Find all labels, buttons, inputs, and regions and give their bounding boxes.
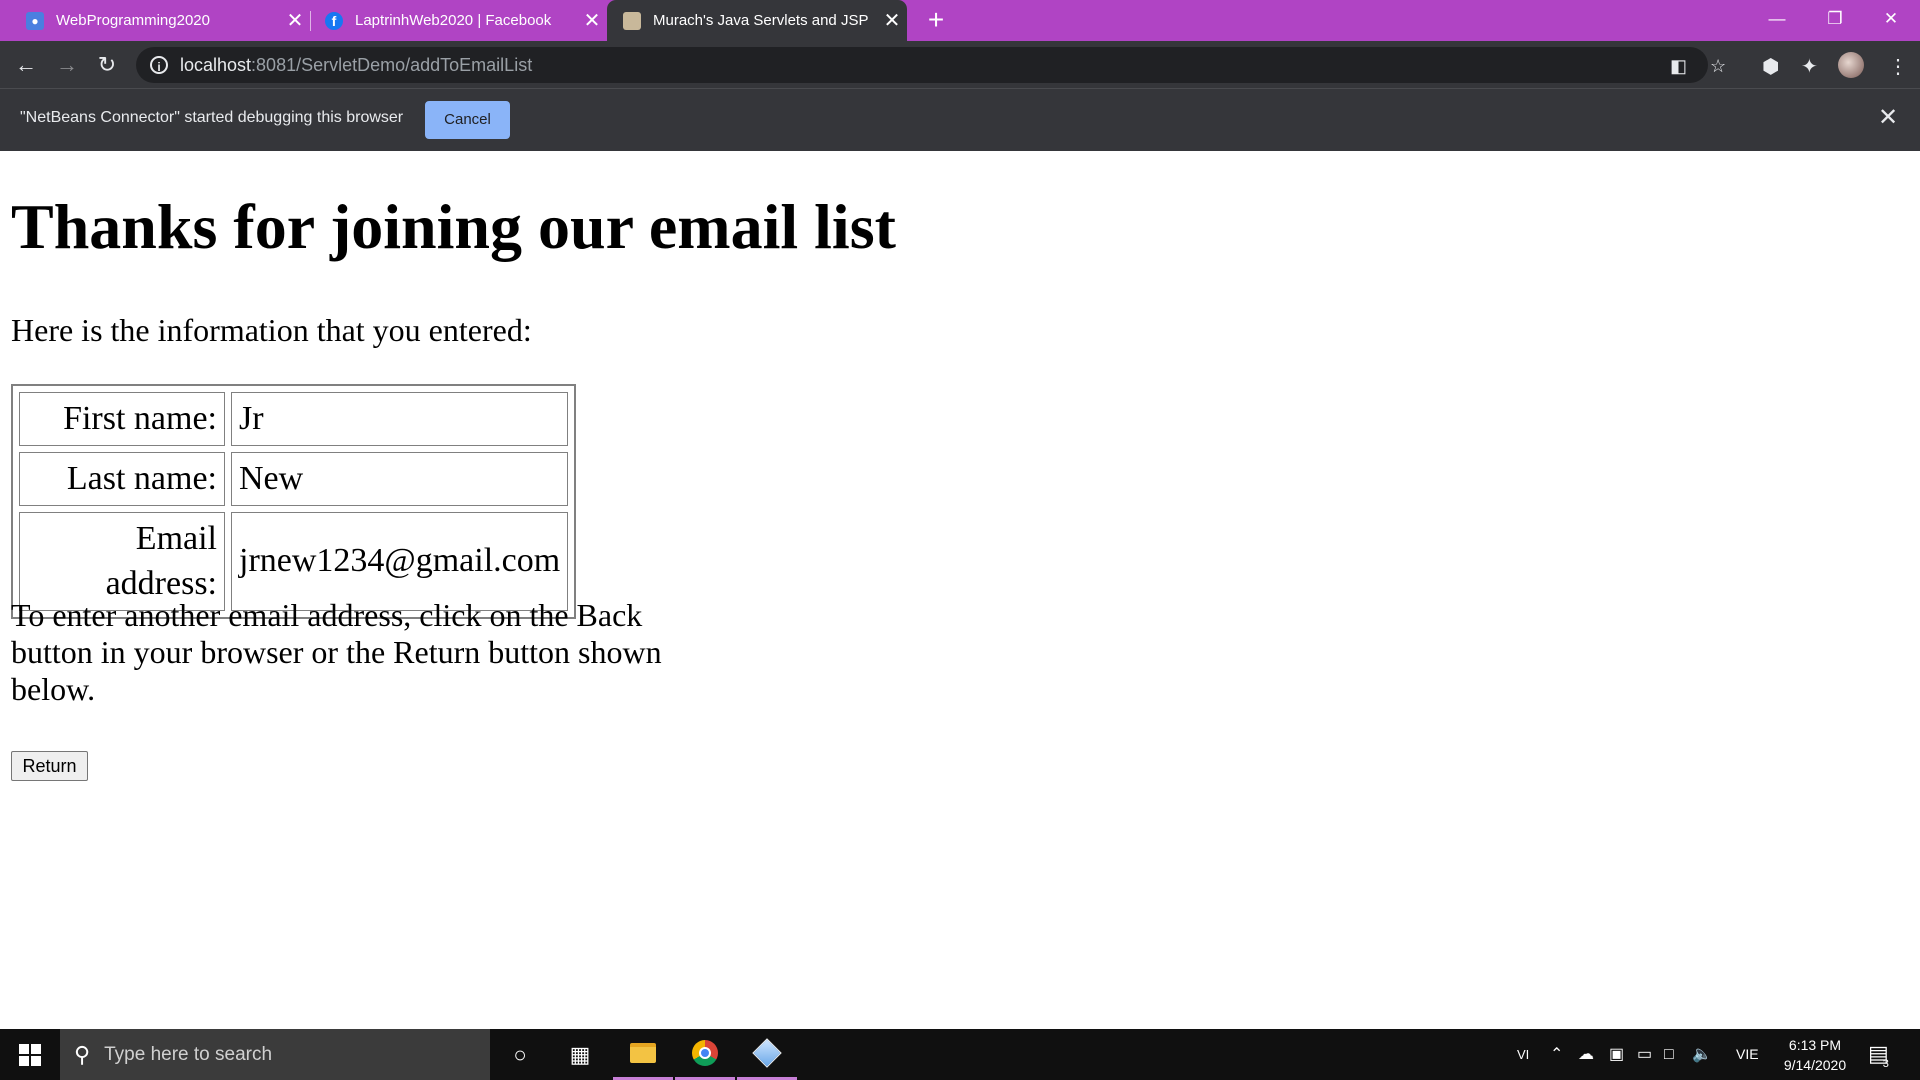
clock-time: 6:13 PM [1788,1037,1842,1053]
close-tab-icon[interactable]: ✕ [577,8,607,33]
tab-title: LaptrinhWeb2020 | Facebook [355,12,552,29]
close-tab-icon[interactable]: ✕ [877,8,907,33]
menu-dots-icon[interactable]: ⋮ [1888,54,1908,79]
restore-icon[interactable]: ❐ [1806,0,1864,41]
clock[interactable]: 6:13 PM 9/14/2020 [1770,1035,1860,1075]
volume-icon[interactable]: 🔈 [1692,1029,1712,1080]
instructions-text: To enter another email address, click on… [11,597,662,707]
table-row: Last name: New [19,452,569,507]
page-title: Thanks for joining our email list [11,191,896,262]
extension-cube-icon[interactable]: ⬢ [1762,54,1779,79]
tab-webprogramming[interactable]: ● WebProgramming2020 ✕ [0,0,310,41]
table-row: First name: Jr [19,392,569,447]
last-name-value: New [231,452,569,507]
classroom-icon: ● [26,11,44,30]
email-value: jrnew1234@gmail.com [231,512,569,611]
first-name-label: First name: [19,392,225,447]
notification-center-icon[interactable]: ▤3 [1868,1041,1895,1070]
page-content: Thanks for joining our email list Here i… [0,151,1920,1029]
close-window-icon[interactable]: ✕ [1862,0,1920,41]
info-table: First name: Jr Last name: New Email addr… [11,384,577,619]
close-tab-icon[interactable]: ✕ [280,8,310,33]
onedrive-cloud-icon[interactable]: ☁ [1578,1029,1594,1080]
last-name-label: Last name: [19,452,225,507]
back-icon[interactable]: ← [12,51,40,79]
windows-taskbar: ⚲ Type here to search ○ ▦ VI ⌃ ☁ ▣ ▭ □ 🔈… [0,1029,1920,1080]
network-icon[interactable]: □ [1664,1029,1674,1080]
site-info-icon[interactable]: i [150,56,168,74]
search-icon: ⚲ [74,1041,91,1067]
notification-count: 3 [1882,1058,1889,1070]
infobar-message: "NetBeans Connector" started debugging t… [20,109,404,126]
windows-logo-icon [19,1043,41,1066]
start-button[interactable] [0,1029,60,1080]
chrome-icon[interactable] [675,1029,735,1080]
facebook-icon: f [325,11,343,30]
task-view-icon[interactable]: ▦ [550,1029,610,1080]
reload-icon[interactable]: ↻ [93,51,121,79]
close-infobar-icon[interactable]: ✕ [1878,103,1898,132]
ime-indicator[interactable]: VI [1517,1029,1529,1080]
table-row: Email address: jrnew1234@gmail.com [19,512,569,611]
show-hidden-icons-icon[interactable]: ⌃ [1550,1029,1563,1080]
book-icon [623,11,641,30]
return-button[interactable]: Return [11,751,88,781]
netbeans-icon[interactable] [737,1029,797,1080]
browser-toolbar: ← → ↻ i localhost:8081/ServletDemo/addTo… [0,41,1920,88]
first-name-value: Jr [231,392,569,447]
file-explorer-icon[interactable] [613,1029,673,1080]
tab-strip: ● WebProgramming2020 ✕ f LaptrinhWeb2020… [0,0,1920,41]
update-icon[interactable]: ▣ [1609,1029,1624,1080]
forward-icon[interactable]: → [53,51,81,79]
extensions-puzzle-icon[interactable]: ✦ [1801,54,1818,79]
cancel-debug-button[interactable]: Cancel [425,101,510,139]
tab-title: Murach's Java Servlets and JSP [653,12,869,29]
debug-infobar: "NetBeans Connector" started debugging t… [0,88,1920,151]
url-text[interactable]: localhost:8081/ServletDemo/addToEmailLis… [180,55,532,76]
bookmark-star-icon[interactable]: ☆ [1710,56,1726,77]
address-bar[interactable]: i localhost:8081/ServletDemo/addToEmailL… [136,47,1726,83]
tab-murach[interactable]: Murach's Java Servlets and JSP ✕ [607,0,907,41]
new-tab-icon[interactable]: + [921,4,951,36]
clock-date: 9/14/2020 [1783,1057,1847,1073]
tab-facebook[interactable]: f LaptrinhWeb2020 | Facebook ✕ [311,0,607,41]
profile-avatar[interactable] [1838,52,1864,78]
language-indicator[interactable]: VIE [1736,1029,1759,1080]
battery-icon[interactable]: ▭ [1637,1029,1652,1080]
taskbar-search[interactable]: ⚲ Type here to search [60,1029,490,1080]
tab-title: WebProgramming2020 [56,12,210,29]
cortana-icon[interactable]: ○ [490,1029,550,1080]
translate-icon[interactable]: ◧ [1670,56,1687,77]
search-placeholder: Type here to search [104,1043,273,1065]
intro-text: Here is the information that you entered… [11,312,532,348]
email-label: Email address: [19,512,225,611]
minimize-icon[interactable]: — [1748,0,1806,41]
